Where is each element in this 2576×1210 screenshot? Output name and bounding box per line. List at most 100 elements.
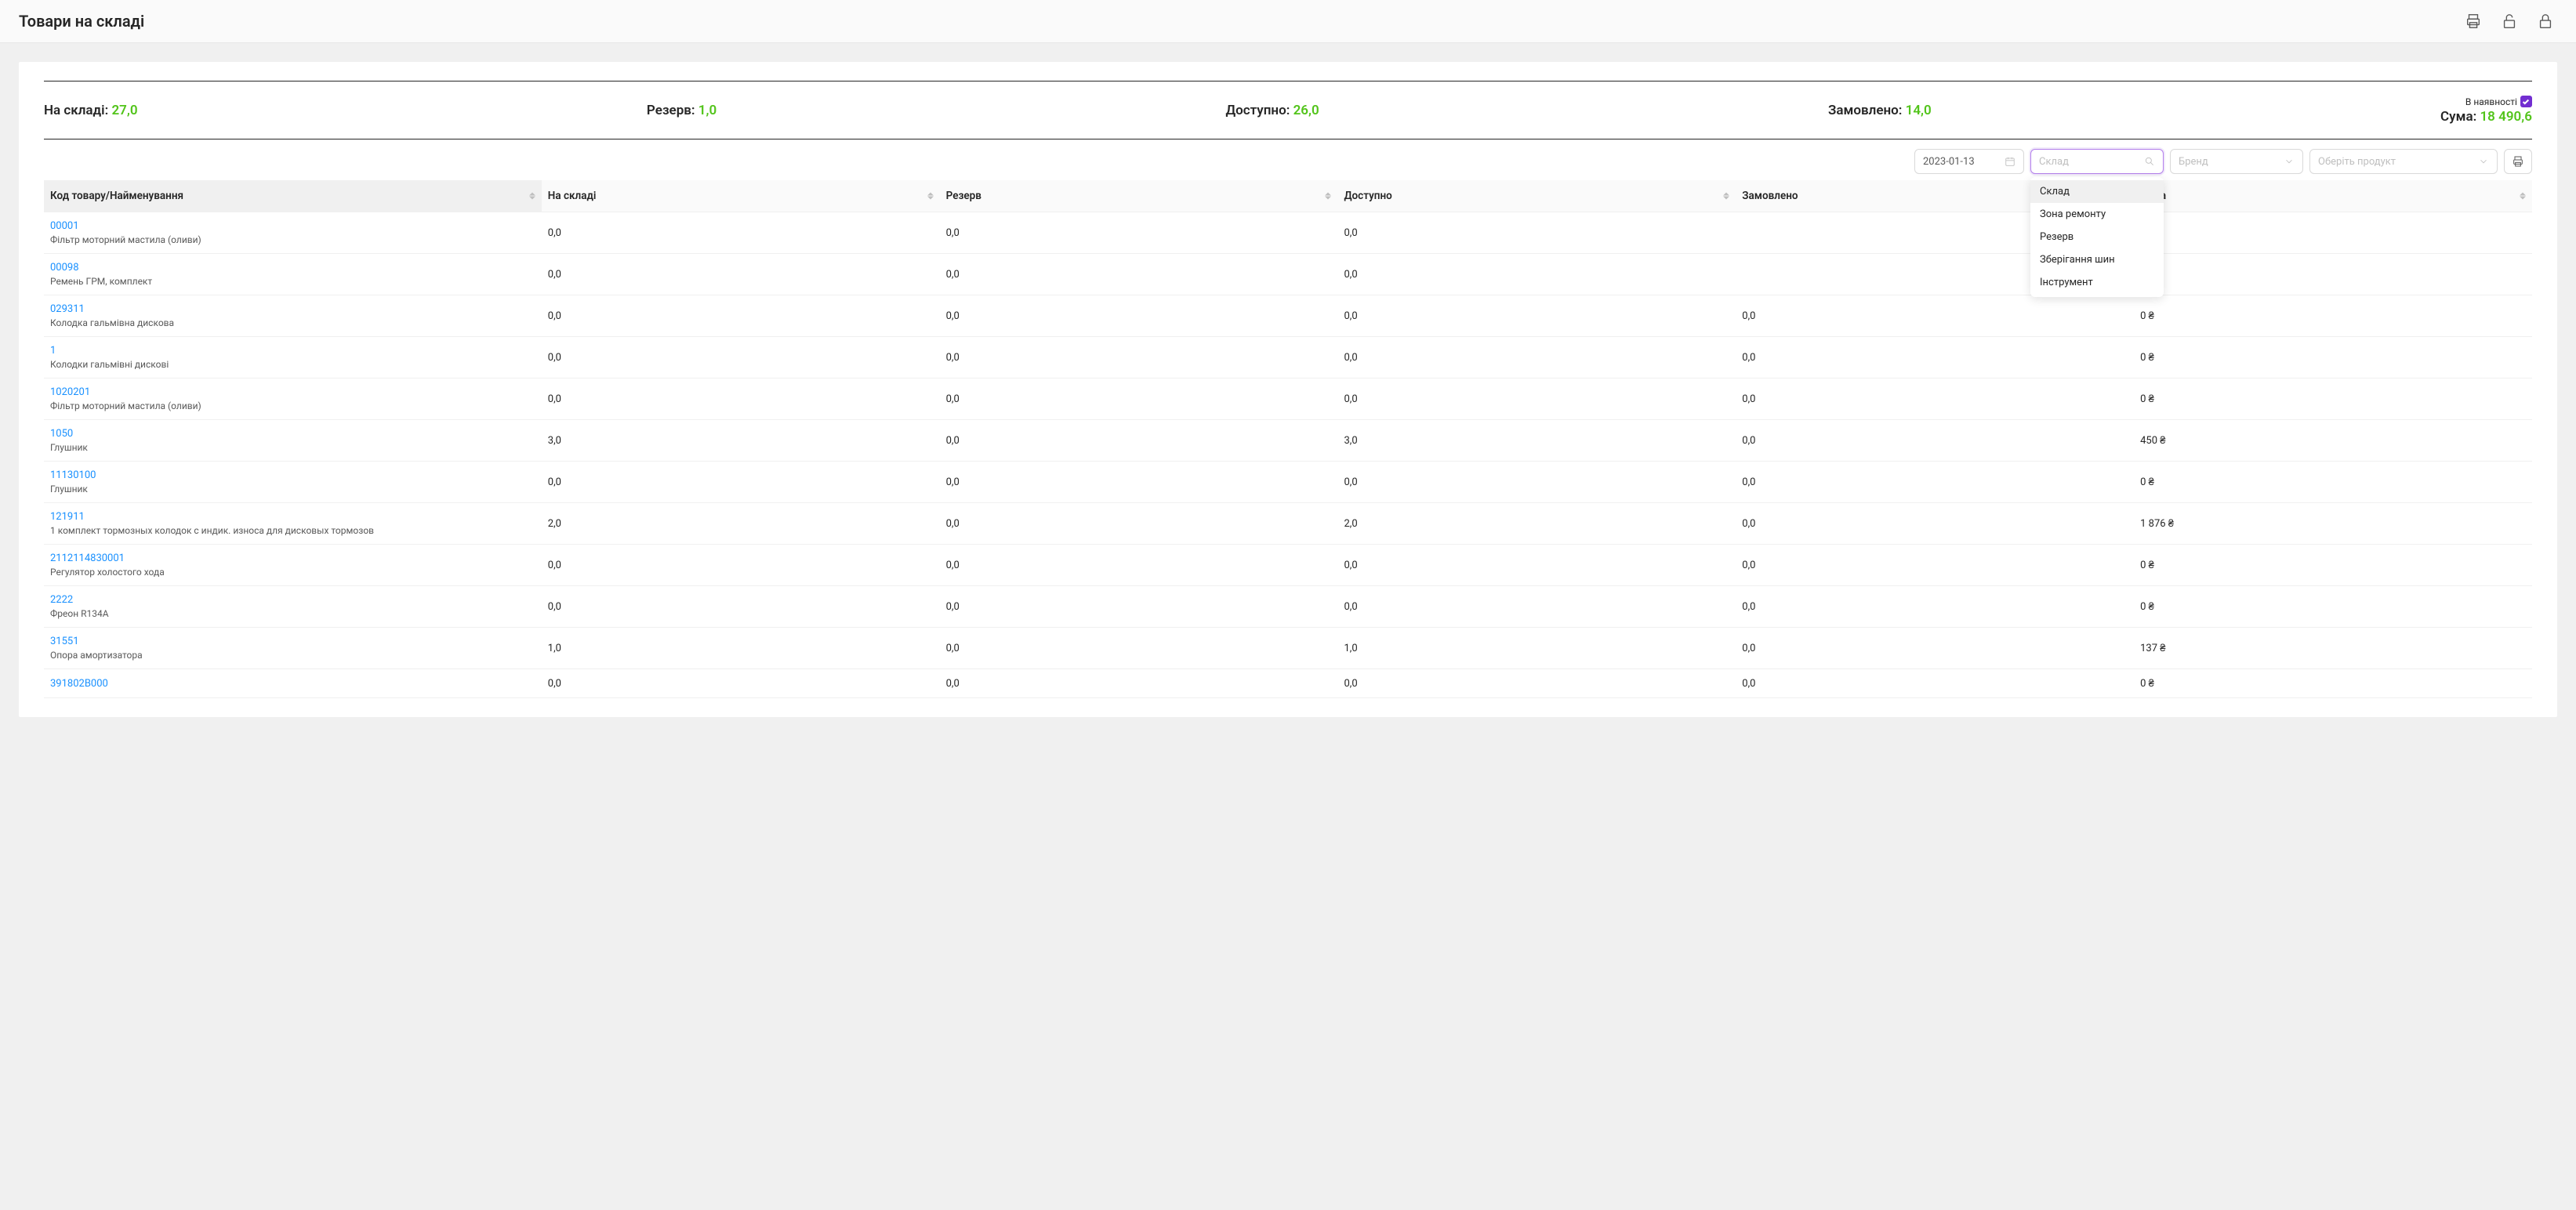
cell-avail: 0,0 xyxy=(1337,545,1736,586)
table-row: 1050Глушник3,00,03,00,0450 ₴ xyxy=(44,420,2532,462)
cell-avail: 3,0 xyxy=(1337,420,1736,462)
cell-sum: 1 876 ₴ xyxy=(2134,503,2532,545)
stat-reserve: Резерв: 1,0 xyxy=(647,103,717,118)
warehouse-dropdown: СкладЗона ремонтуРезервЗберігання шинІнс… xyxy=(2030,177,2164,297)
table-row: 11130100Глушник0,00,00,00,00 ₴ xyxy=(44,462,2532,503)
check-icon xyxy=(2520,96,2532,107)
brand-placeholder: Бренд xyxy=(2179,156,2208,168)
product-code[interactable]: 2112114830001 xyxy=(50,552,535,564)
product-name: Глушник xyxy=(50,442,535,453)
product-name: Ремень ГРМ, комплект xyxy=(50,276,535,287)
cell-reserve: 0,0 xyxy=(940,379,1338,420)
cell-onstock: 0,0 xyxy=(542,337,940,379)
product-code[interactable]: 31551 xyxy=(50,636,535,647)
cell-ordered: 0,0 xyxy=(1736,420,2134,462)
cell-onstock: 0,0 xyxy=(542,586,940,628)
product-code[interactable]: 391802B000 xyxy=(50,678,535,690)
cell-reserve: 0,0 xyxy=(940,503,1338,545)
calendar-icon xyxy=(2005,156,2015,167)
product-name: Фільтр моторний мастила (оливи) xyxy=(50,234,535,245)
stat-sum: Сума: 18 490,6 xyxy=(2440,109,2532,125)
product-name: Регулятор холостого хода xyxy=(50,567,535,578)
column-header[interactable]: На складі xyxy=(542,180,940,212)
unlock-icon[interactable] xyxy=(2498,9,2521,33)
table-row: 31551Опора амортизатора1,00,01,00,0137 ₴ xyxy=(44,628,2532,669)
cell-reserve: 0,0 xyxy=(940,628,1338,669)
cell-ordered: 0,0 xyxy=(1736,337,2134,379)
product-code[interactable]: 1050 xyxy=(50,428,535,440)
cell-reserve: 0,0 xyxy=(940,295,1338,337)
stat-ordered: Замовлено: 14,0 xyxy=(1828,103,1932,118)
topbar: Товари на складі xyxy=(0,0,2576,43)
print-button[interactable] xyxy=(2504,149,2532,174)
print-icon[interactable] xyxy=(2462,9,2485,33)
chevron-down-icon xyxy=(2478,156,2489,167)
dropdown-option[interactable]: Склад xyxy=(2030,180,2164,203)
product-placeholder: Оберіть продукт xyxy=(2318,156,2396,168)
dropdown-option[interactable]: Зберігання шин xyxy=(2030,248,2164,271)
column-header[interactable]: Резерв xyxy=(940,180,1338,212)
column-header[interactable]: Доступно xyxy=(1337,180,1736,212)
cell-onstock: 0,0 xyxy=(542,379,940,420)
cell-ordered: 0,0 xyxy=(1736,503,2134,545)
table-row: 121911 1 комплект тормозных колодок с инд… xyxy=(44,503,2532,545)
product-code[interactable]: 121911 xyxy=(50,511,535,523)
cell-onstock: 0,0 xyxy=(542,462,940,503)
product-code[interactable]: 00098 xyxy=(50,262,535,274)
cell-onstock: 2,0 xyxy=(542,503,940,545)
product-code[interactable]: 2222 xyxy=(50,594,535,606)
cell-ordered: 0,0 xyxy=(1736,462,2134,503)
cell-onstock: 0,0 xyxy=(542,254,940,295)
search-icon xyxy=(2144,156,2155,167)
cell-avail: 0,0 xyxy=(1337,462,1736,503)
cell-avail: 0,0 xyxy=(1337,337,1736,379)
lock-icon[interactable] xyxy=(2534,9,2557,33)
topbar-actions xyxy=(2462,9,2557,33)
column-header[interactable]: Код товару/Найменування xyxy=(44,180,542,212)
product-name: Колодки гальмівні дискові xyxy=(50,359,535,370)
product-code[interactable]: 1 xyxy=(50,345,535,357)
cell-reserve: 0,0 xyxy=(940,669,1338,698)
date-picker[interactable]: 2023-01-13 xyxy=(1914,149,2024,174)
cell-onstock: 1,0 xyxy=(542,628,940,669)
cell-sum: 450 ₴ xyxy=(2134,420,2532,462)
cell-reserve: 0,0 xyxy=(940,420,1338,462)
product-code[interactable]: 1020201 xyxy=(50,386,535,398)
product-name: Колодка гальмівна дискова xyxy=(50,317,535,328)
date-value: 2023-01-13 xyxy=(1923,156,1975,168)
cell-avail: 0,0 xyxy=(1337,379,1736,420)
dropdown-option[interactable]: Зона ремонту xyxy=(2030,203,2164,226)
cell-avail: 0,0 xyxy=(1337,212,1736,254)
cell-sum: 0 ₴ xyxy=(2134,337,2532,379)
cell-reserve: 0,0 xyxy=(940,545,1338,586)
main-panel: На складі: 27,0 Резерв: 1,0 Доступно: 26… xyxy=(19,62,2557,717)
warehouse-select[interactable]: Склад xyxy=(2030,149,2164,174)
cell-sum: 137 ₴ xyxy=(2134,628,2532,669)
cell-sum: 0 ₴ xyxy=(2134,254,2532,295)
product-code[interactable]: 029311 xyxy=(50,303,535,315)
product-name: 1 комплект тормозных колодок с индик. из… xyxy=(50,525,535,536)
cell-sum: 0 ₴ xyxy=(2134,379,2532,420)
column-header[interactable]: Сума xyxy=(2134,180,2532,212)
product-name: Фільтр моторний мастила (оливи) xyxy=(50,400,535,411)
brand-select[interactable]: Бренд xyxy=(2170,149,2303,174)
product-name: Опора амортизатора xyxy=(50,650,535,661)
cell-ordered: 0,0 xyxy=(1736,379,2134,420)
dropdown-option[interactable]: Інструмент xyxy=(2030,271,2164,294)
product-code[interactable]: 00001 xyxy=(50,220,535,232)
cell-sum: 0 ₴ xyxy=(2134,586,2532,628)
stat-sum-col: В наявності Сума: 18 490,6 xyxy=(2440,96,2532,125)
cell-avail: 0,0 xyxy=(1337,254,1736,295)
cell-avail: 1,0 xyxy=(1337,628,1736,669)
cell-sum: 0 ₴ xyxy=(2134,545,2532,586)
dropdown-option[interactable]: Резерв xyxy=(2030,226,2164,248)
stat-available: Доступно: 26,0 xyxy=(1225,103,1319,118)
cell-sum: 0 ₴ xyxy=(2134,212,2532,254)
product-code[interactable]: 11130100 xyxy=(50,469,535,481)
table-row: 029311Колодка гальмівна дискова0,00,00,0… xyxy=(44,295,2532,337)
product-select[interactable]: Оберіть продукт xyxy=(2309,149,2498,174)
in-stock-toggle[interactable]: В наявності xyxy=(2465,96,2532,107)
filters-row: 2023-01-13 Склад СкладЗона ремонтуРезерв… xyxy=(44,139,2532,180)
cell-sum: 0 ₴ xyxy=(2134,462,2532,503)
stats-row: На складі: 27,0 Резерв: 1,0 Доступно: 26… xyxy=(44,82,2532,139)
